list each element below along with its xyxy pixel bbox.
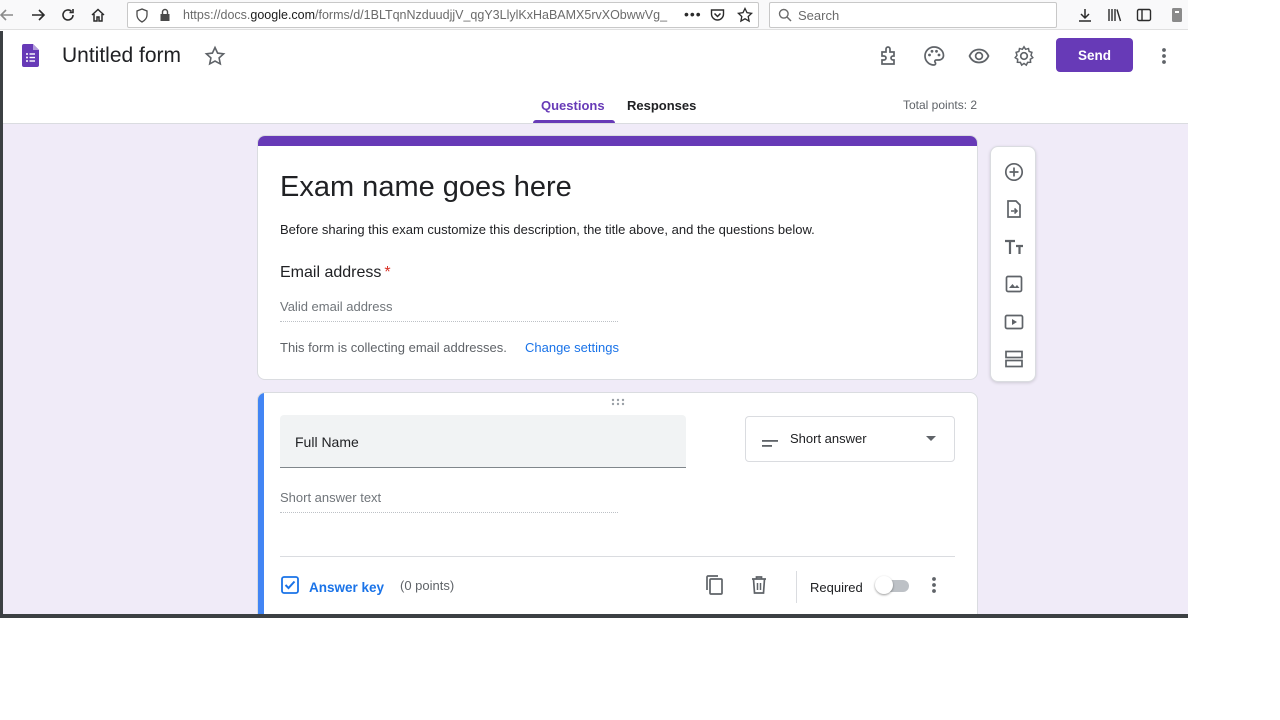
answer-placeholder: Short answer text xyxy=(280,490,618,513)
question-card[interactable]: Full Name Short answer Short answer text… xyxy=(257,392,978,614)
total-points: Total points: 2 xyxy=(903,98,978,112)
theme-accent-bar xyxy=(258,136,977,146)
duplicate-icon[interactable] xyxy=(702,573,726,597)
add-video-icon[interactable] xyxy=(1002,310,1026,334)
floating-toolbar xyxy=(990,146,1036,382)
delete-trash-icon[interactable] xyxy=(747,573,771,597)
forward-icon[interactable] xyxy=(27,4,49,26)
page-actions-icon[interactable]: ••• xyxy=(684,6,702,22)
footer-separator xyxy=(796,571,797,603)
email-field: Valid email address xyxy=(280,299,618,322)
search-bar[interactable]: Search xyxy=(769,2,1057,28)
question-more-icon[interactable] xyxy=(922,573,946,597)
active-card-indicator xyxy=(258,393,264,614)
add-section-icon[interactable] xyxy=(1002,347,1026,371)
answer-key-label: Answer key xyxy=(309,580,385,595)
question-title-text: Full Name xyxy=(295,434,359,450)
url-bar[interactable]: https://docs.google.com/forms/d/1BLTqnNz… xyxy=(127,2,759,28)
form-description[interactable]: Before sharing this exam customize this … xyxy=(280,222,815,237)
bookmark-star-icon[interactable] xyxy=(736,6,754,28)
search-placeholder: Search xyxy=(798,8,840,23)
send-button[interactable]: Send xyxy=(1056,38,1133,72)
url-prefix: https://docs. xyxy=(183,8,251,22)
answer-key-checkbox-icon xyxy=(280,575,300,600)
dropdown-arrow-icon xyxy=(926,436,936,441)
form-header-card[interactable]: Exam name goes here Before sharing this … xyxy=(257,135,978,380)
pocket-icon[interactable] xyxy=(710,8,725,27)
points-value: (0 points) xyxy=(400,578,455,593)
home-icon[interactable] xyxy=(87,4,109,26)
reload-icon[interactable] xyxy=(57,4,79,26)
search-icon xyxy=(778,8,792,27)
form-title[interactable]: Exam name goes here xyxy=(280,171,572,204)
question-title-input[interactable]: Full Name xyxy=(280,415,686,468)
shield-icon[interactable] xyxy=(135,8,149,28)
answer-key-button[interactable]: Answer key xyxy=(280,575,384,600)
required-toggle[interactable] xyxy=(875,576,911,594)
email-label-text: Email address xyxy=(280,264,382,281)
url-domain: google.com xyxy=(250,8,316,22)
extension-icon[interactable] xyxy=(1166,4,1188,26)
add-image-icon[interactable] xyxy=(1002,272,1026,296)
form-canvas: Exam name goes here Before sharing this … xyxy=(3,124,1188,614)
question-type-label: Short answer xyxy=(790,431,867,446)
import-questions-icon[interactable] xyxy=(1002,197,1026,221)
browser-toolbar: https://docs.google.com/forms/d/1BLTqnNz… xyxy=(0,0,1188,30)
collecting-notice: This form is collecting email addresses. xyxy=(280,340,507,355)
tab-responses[interactable]: Responses xyxy=(627,98,696,113)
window-bottom-border xyxy=(3,614,1188,618)
window-left-border xyxy=(0,31,3,618)
more-vert-icon[interactable] xyxy=(1152,44,1176,68)
toggle-knob xyxy=(875,576,893,594)
tab-questions[interactable]: Questions xyxy=(541,98,605,113)
card-footer-divider xyxy=(280,556,955,557)
forms-header: Untitled form Send Questions Responses T… xyxy=(3,31,1188,124)
email-question-label: Email address * xyxy=(280,264,391,282)
active-tab-indicator xyxy=(533,120,615,123)
library-icon[interactable] xyxy=(1104,4,1126,26)
downloads-icon[interactable] xyxy=(1074,4,1096,26)
question-type-dropdown[interactable]: Short answer xyxy=(745,416,955,462)
sidebar-icon[interactable] xyxy=(1133,4,1155,26)
drag-handle-icon[interactable] xyxy=(610,397,626,409)
screen: https://docs.google.com/forms/d/1BLTqnNz… xyxy=(0,0,1280,720)
doc-title[interactable]: Untitled form xyxy=(62,44,181,68)
settings-gear-icon[interactable] xyxy=(1012,44,1036,68)
required-label: Required xyxy=(810,580,863,595)
change-settings-link[interactable]: Change settings xyxy=(525,340,619,355)
add-ons-icon[interactable] xyxy=(877,44,901,68)
url-path: /forms/d/1BLTqnNzduudjjV_qgY3LlylKxHaBAM… xyxy=(315,8,668,22)
star-icon[interactable] xyxy=(204,45,226,72)
add-question-icon[interactable] xyxy=(1002,160,1026,184)
forms-logo-icon[interactable] xyxy=(22,44,39,72)
add-title-icon[interactable] xyxy=(1002,235,1026,259)
back-icon[interactable] xyxy=(0,4,18,26)
palette-icon[interactable] xyxy=(922,44,946,68)
required-asterisk: * xyxy=(384,264,391,281)
url-text: https://docs.google.com/forms/d/1BLTqnNz… xyxy=(183,8,683,22)
lock-icon[interactable] xyxy=(159,8,171,27)
preview-eye-icon[interactable] xyxy=(967,44,991,68)
short-answer-icon xyxy=(762,435,778,453)
